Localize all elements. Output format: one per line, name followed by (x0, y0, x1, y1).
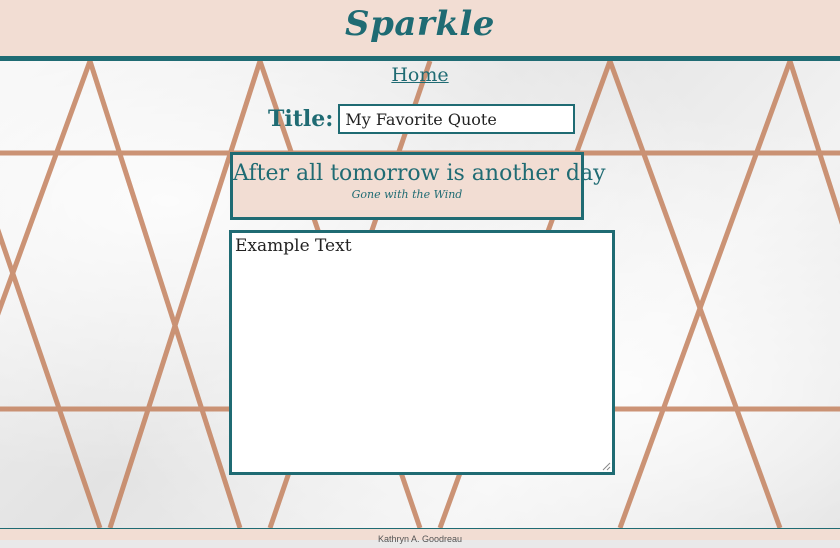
quote-card: After all tomorrow is another day Gone w… (230, 152, 606, 220)
site-header: Sparkle (0, 0, 840, 61)
title-label: Title: (268, 106, 334, 132)
resize-grip-icon[interactable] (601, 461, 611, 471)
site-footer: Kathryn A. Goodreau (0, 528, 840, 544)
site-logo: Sparkle (345, 4, 495, 44)
footer-author: Kathryn A. Goodreau (377, 534, 463, 544)
main-nav: Home (0, 64, 840, 86)
quote-source: Gone with the Wind (351, 188, 463, 201)
home-link[interactable]: Home (391, 64, 448, 86)
quote-text: After all tomorrow is another day (233, 161, 606, 186)
text-editor[interactable]: Example Text (229, 230, 615, 475)
title-input[interactable] (338, 104, 576, 134)
title-row: Title: (268, 100, 576, 138)
